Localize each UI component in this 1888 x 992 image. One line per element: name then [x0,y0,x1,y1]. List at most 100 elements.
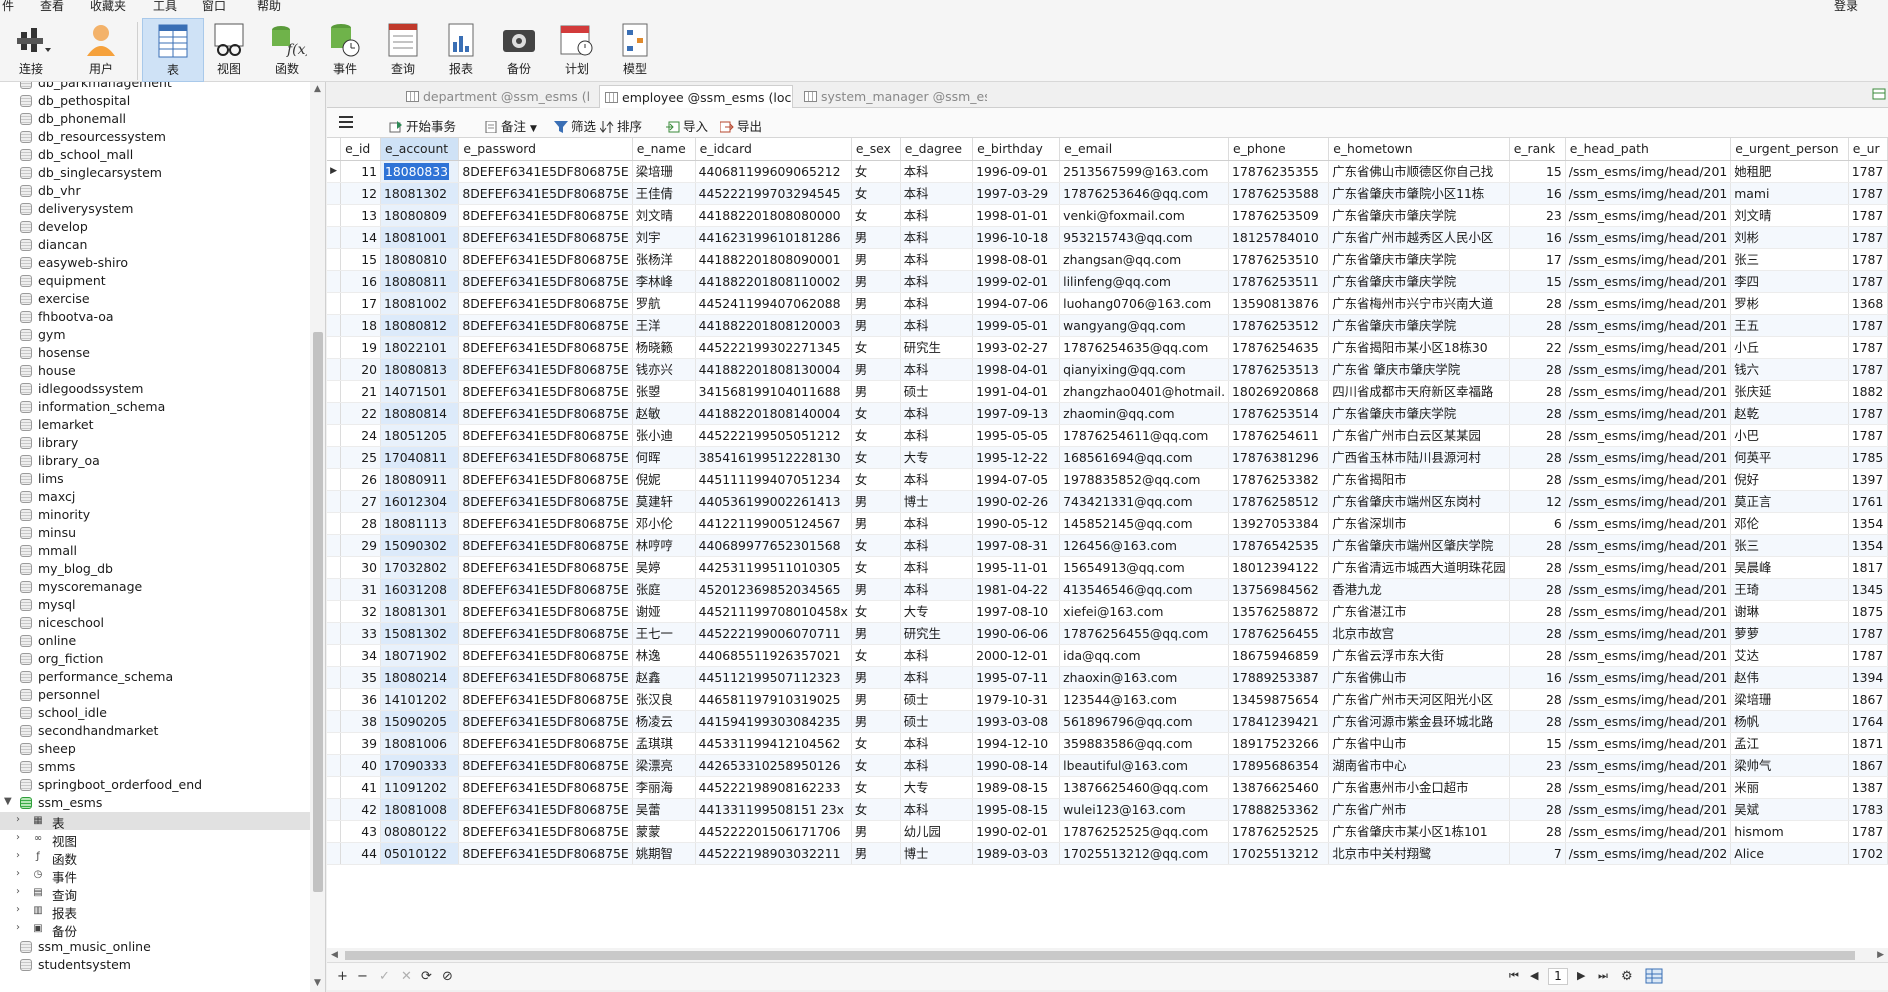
sidebar-db-item[interactable]: db_singlecarsystem [0,164,310,182]
sidebar-db-item[interactable]: springboot_orderfood_end [0,776,310,794]
sidebar-node-event[interactable]: › ◷ 事件 [0,866,310,885]
table-cell[interactable]: 18080833 [380,160,460,183]
sidebar-db-item[interactable]: secondhandmarket [0,722,310,740]
sidebar-db-item[interactable]: performance_schema [0,668,310,686]
table-cell[interactable]: 本科 [900,314,974,337]
table-cell[interactable]: 罗彬 [1730,292,1849,315]
table-cell[interactable]: 40 [340,754,381,777]
table-cell[interactable]: /ssm_esms/img/head/201 [1565,490,1732,513]
row-indicator[interactable] [327,798,342,821]
table-cell[interactable]: 1995-12-22 [972,446,1061,469]
table-cell[interactable]: 男 [851,688,901,711]
table-cell[interactable]: 蒙蒙 [632,820,696,843]
table-cell[interactable]: 女 [851,754,901,777]
row-indicator[interactable]: ▶ [327,160,342,183]
table-cell[interactable]: 1995-11-01 [972,556,1061,579]
table-cell[interactable]: 1787 [1848,182,1888,205]
table-cell[interactable]: 本科 [900,754,974,777]
table-cell[interactable]: 17876254635@qq.com [1059,336,1230,359]
column-header[interactable]: e_idcard [695,138,852,161]
table-cell[interactable]: 本科 [900,402,974,425]
sidebar-node-view[interactable]: › ∞ 视图 [0,830,310,849]
table-cell[interactable]: 26 [340,468,381,491]
table-cell[interactable]: 16012304 [380,490,460,513]
table-cell[interactable]: 2000-12-01 [972,644,1061,667]
table-cell[interactable]: 13927053384 [1228,512,1330,535]
row-indicator[interactable] [327,204,342,227]
table-cell[interactable]: 8DEFEF6341E5DF806875E [458,732,633,755]
table-cell[interactable]: 15654913@qq.com [1059,556,1230,579]
table-cell[interactable]: 广东省肇庆市肇庆学院 [1328,270,1510,293]
table-cell[interactable]: 743421331@qq.com [1059,490,1230,513]
table-row[interactable]: 41 11091202 8DEFEF6341E5DF806875E 李丽海 445222… [327,776,1888,799]
table-cell[interactable]: 邓小伦 [632,512,696,535]
table-cell[interactable]: 香港九龙 [1328,578,1510,601]
chevron-right-icon[interactable]: › [16,850,20,861]
table-cell[interactable]: 18081008 [380,798,460,821]
table-cell[interactable]: 22 [1509,336,1566,359]
grid-view-icon[interactable] [1645,968,1663,988]
table-cell[interactable]: hismom [1730,820,1849,843]
sidebar-db-item[interactable]: hosense [0,344,310,362]
table-cell[interactable]: /ssm_esms/img/head/201 [1565,644,1732,667]
table-cell[interactable]: 林逸 [632,644,696,667]
table-cell[interactable]: 1997-08-31 [972,534,1061,557]
table-cell[interactable]: 梁帅气 [1730,754,1849,777]
sidebar-node-query[interactable]: › ▤ 查询 [0,884,310,903]
table-cell[interactable]: 刘彬 [1730,226,1849,249]
column-header[interactable]: e_birthday [972,138,1061,161]
table-cell[interactable]: 张三 [1730,534,1849,557]
table-cell[interactable]: 28 [1509,688,1566,711]
table-cell[interactable]: 男 [851,842,901,865]
table-cell[interactable]: 广东省惠州市小金口超市 [1328,776,1510,799]
table-cell[interactable]: 8DEFEF6341E5DF806875E [458,182,633,205]
table-cell[interactable]: 445241199407062088 [695,292,852,315]
table-cell[interactable]: 1787 [1848,314,1888,337]
table-cell[interactable]: 本科 [900,204,974,227]
table-cell[interactable]: 女 [851,182,901,205]
table-cell[interactable]: zhangzhao0401@hotmail. [1059,380,1230,403]
row-indicator[interactable] [327,710,342,733]
table-cell[interactable]: 女 [851,336,901,359]
table-cell[interactable]: 广东省佛山市 [1328,666,1510,689]
table-cell[interactable]: 李丽海 [632,776,696,799]
sidebar-db-item[interactable]: db_resourcessystem [0,128,310,146]
table-cell[interactable]: 本科 [900,732,974,755]
table-cell[interactable]: 18026920868 [1228,380,1330,403]
sidebar-db-item[interactable]: information_schema [0,398,310,416]
sidebar-db-item[interactable]: db_pethospital [0,92,310,110]
column-header[interactable]: e_phone [1228,138,1330,161]
table-cell[interactable]: 男 [851,622,901,645]
chevron-right-icon[interactable]: › [16,814,20,825]
table-row[interactable]: 27 16012304 8DEFEF6341E5DF806875E 莫建轩 440536… [327,490,1888,513]
table-cell[interactable]: 953215743@qq.com [1059,226,1230,249]
table-cell[interactable]: 男 [851,666,901,689]
table-cell[interactable]: 1999-05-01 [972,314,1061,337]
scroll-up-icon[interactable]: ▲ [314,84,321,94]
next-page-button[interactable]: ▶ [1577,969,1585,982]
table-cell[interactable]: 561896796@qq.com [1059,710,1230,733]
table-cell[interactable]: 20 [340,358,381,381]
table-cell[interactable]: /ssm_esms/img/head/201 [1565,336,1732,359]
sidebar-db-item[interactable]: easyweb-shiro [0,254,310,272]
table-row[interactable]: 20 18080813 8DEFEF6341E5DF806875E 钱亦兴 441882… [327,358,1888,381]
table-cell[interactable]: /ssm_esms/img/head/201 [1565,204,1732,227]
table-cell[interactable]: 男 [851,248,901,271]
table-cell[interactable]: 广东省肇庆市肇庆学院 [1328,314,1510,337]
table-cell[interactable]: 445112199507112323 [695,666,852,689]
table-cell[interactable]: 广东省揭阳市 [1328,468,1510,491]
import-button[interactable]: 导入 [666,116,708,135]
table-cell[interactable]: 8DEFEF6341E5DF806875E [458,424,633,447]
table-cell[interactable]: 16 [1509,226,1566,249]
row-indicator[interactable] [327,688,342,711]
table-cell[interactable]: 18081301 [380,600,460,623]
row-indicator[interactable] [327,776,342,799]
table-row[interactable]: 26 18080911 8DEFEF6341E5DF806875E 倪妮 4451111… [327,468,1888,491]
table-cell[interactable]: 张曌 [632,380,696,403]
table-cell[interactable]: 18081113 [380,512,460,535]
table-cell[interactable]: 19 [340,336,381,359]
table-cell[interactable]: 8DEFEF6341E5DF806875E [458,204,633,227]
table-cell[interactable]: 张三 [1730,248,1849,271]
table-cell[interactable]: 445211199708010458x [695,600,852,623]
table-cell[interactable]: 440536199002261413 [695,490,852,513]
